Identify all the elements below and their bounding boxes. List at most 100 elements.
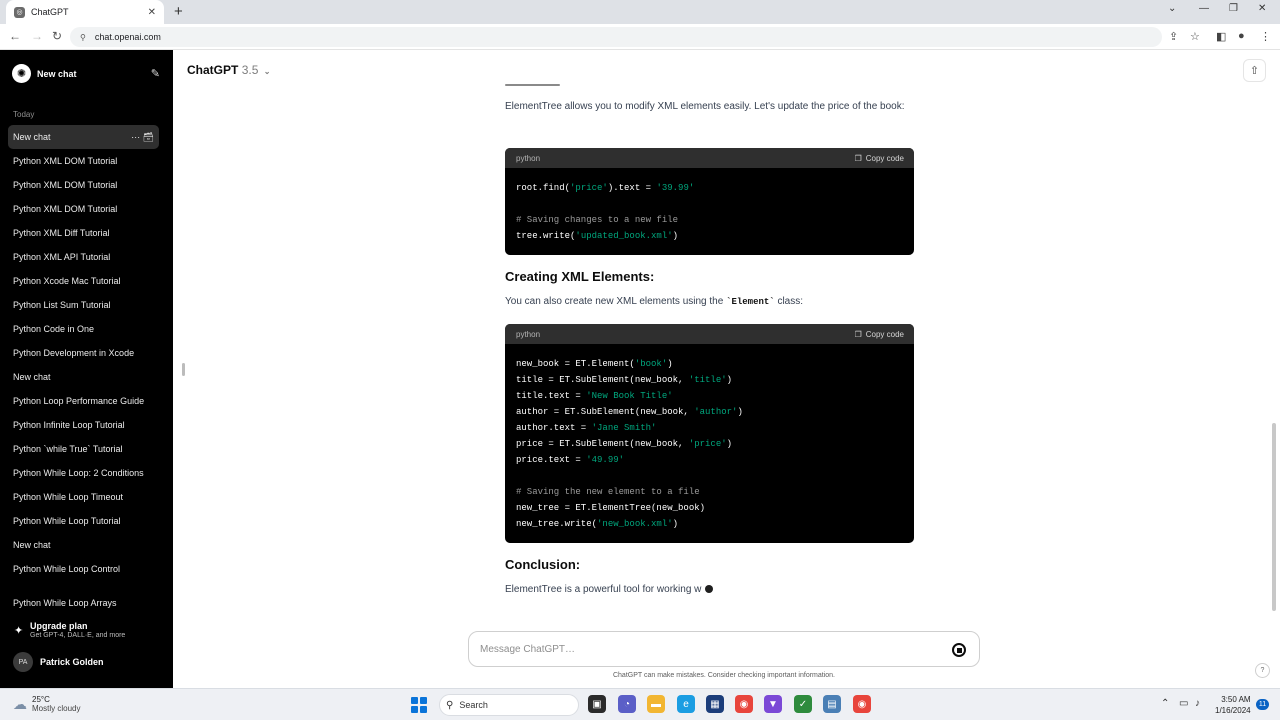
message-input[interactable] <box>480 643 920 655</box>
network-icon[interactable]: ▭ <box>1179 698 1188 709</box>
upgrade-plan-button[interactable]: ✦ Upgrade plan Get GPT-4, DALL·E, and mo… <box>14 621 125 639</box>
code-string: 'Jane Smith' <box>591 423 657 433</box>
sidebar-chat-item[interactable]: New chat <box>8 365 159 389</box>
chat-app-icon[interactable]: ◔ <box>618 695 636 713</box>
volume-icon[interactable]: ♪ <box>1195 698 1200 709</box>
browser-menu-icon[interactable]: ⋮ <box>1260 30 1271 43</box>
tab-search-chevron-icon[interactable]: ⌄ <box>1168 3 1176 14</box>
code-token: ) <box>667 359 673 369</box>
back-icon[interactable]: ← <box>9 29 21 43</box>
sidebar-chat-item[interactable]: Python XML DOM Tutorial <box>8 173 159 197</box>
sidebar-chat-item[interactable]: Python While Loop: 2 Conditions <box>8 461 159 485</box>
search-icon: ⚲ <box>446 699 454 711</box>
model-selector[interactable]: ChatGPT 3.5 ⌄ <box>187 63 270 77</box>
chrome-active-icon[interactable]: ◉ <box>853 695 871 713</box>
paragraph-create-suffix: class: <box>774 296 804 307</box>
code-token: title.text = <box>516 391 587 401</box>
new-chat-edit-icon[interactable]: ✎ <box>151 67 160 80</box>
code-token: new_tree.write( <box>516 519 598 529</box>
sidebar-chat-item[interactable]: Python Code in One <box>8 317 159 341</box>
site-info-icon[interactable]: ⚲ <box>80 33 86 42</box>
code-token: tree.write( <box>516 231 576 241</box>
side-panel-icon[interactable]: ◧ <box>1216 30 1226 43</box>
tray-overflow-icon[interactable]: ⌃ <box>1161 698 1169 709</box>
cloud-icon: ☁ <box>13 695 27 712</box>
code-line: root.find('price').text = '39.99' <box>516 180 903 196</box>
close-tab-icon[interactable]: ✕ <box>148 7 156 18</box>
share-page-icon[interactable]: ⇪ <box>1169 30 1178 43</box>
user-menu[interactable]: PA Patrick Golden <box>13 652 104 672</box>
forward-icon[interactable]: → <box>31 29 43 43</box>
file-explorer-icon[interactable]: ▬ <box>647 695 665 713</box>
sidebar-chat-item[interactable]: Python XML API Tutorial <box>8 245 159 269</box>
profile-icon[interactable]: ● <box>1238 30 1245 42</box>
sidebar-chat-item[interactable]: Python While Loop Timeout <box>8 485 159 509</box>
chrome-app-icon[interactable]: ◉ <box>735 695 753 713</box>
windows-start-icon[interactable] <box>411 697 427 713</box>
clipboard-icon: ❐ <box>854 153 862 163</box>
sidebar-chat-item[interactable]: Python While Loop Control <box>8 557 159 581</box>
sidebar-chat-item[interactable]: New chat ⋯ 🗃 <box>8 125 159 149</box>
code-content: root.find('price').text = '39.99' # Savin… <box>505 168 914 244</box>
weather-widget[interactable]: ☁ 25°C Mostly cloudy <box>13 695 80 713</box>
code-token: price = ET.SubElement(new_book, <box>516 439 689 449</box>
sidebar-collapse-handle[interactable] <box>182 363 185 376</box>
code-string: 'title' <box>688 375 727 385</box>
user-name: Patrick Golden <box>40 657 104 667</box>
paragraph-modify: ElementTree allows you to modify XML ele… <box>505 101 905 112</box>
sidebar-chat-label: Python Xcode Mac Tutorial <box>13 276 121 286</box>
help-button[interactable]: ? <box>1255 663 1270 678</box>
sidebar-chat-label: Python Code in One <box>13 324 95 334</box>
app-icon[interactable]: ▤ <box>823 695 841 713</box>
sidebar-chat-item[interactable]: Python XML Diff Tutorial <box>8 221 159 245</box>
copy-code-button[interactable]: ❐ Copy code <box>855 154 904 163</box>
bookmark-star-icon[interactable]: ☆ <box>1190 30 1200 43</box>
sparkle-icon: ✦ <box>14 624 24 637</box>
sidebar-chat-item[interactable]: Python `while True` Tutorial <box>8 437 159 461</box>
notification-badge[interactable]: 11 <box>1256 699 1269 710</box>
avatar: PA <box>13 652 33 672</box>
system-clock[interactable]: 3:50 AM 1/16/2024 <box>1215 694 1251 716</box>
restore-icon[interactable]: ❐ <box>1229 3 1238 14</box>
url-text: chat.openai.com <box>94 32 161 42</box>
sidebar-chat-item[interactable]: Python List Sum Tutorial <box>8 293 159 317</box>
sidebar-chat-item[interactable]: Python While Loop Arrays <box>8 591 159 615</box>
code-token: ) <box>726 375 733 385</box>
code-string: 'book' <box>634 359 668 369</box>
address-bar[interactable]: ⚲ chat.openai.com <box>70 27 1162 47</box>
clipboard-icon: ❐ <box>854 329 862 339</box>
sidebar-chat-item[interactable]: Python While Loop Tutorial <box>8 509 159 533</box>
code-line: title.text = 'New Book Title' <box>516 388 903 404</box>
sidebar-chat-item[interactable]: Python XML DOM Tutorial <box>8 197 159 221</box>
sidebar-chat-item[interactable]: Python Loop Performance Guide <box>8 389 159 413</box>
sidebar-chat-item[interactable]: Python Development in Xcode <box>8 341 159 365</box>
store-icon[interactable]: ▦ <box>706 695 724 713</box>
chat-options-icon[interactable]: ⋯ 🗃 <box>131 125 154 149</box>
browser-tab[interactable]: ◎ ChatGPT ✕ <box>6 0 164 24</box>
edge-browser-icon[interactable]: e <box>677 695 695 713</box>
sidebar-chat-item[interactable]: Python Xcode Mac Tutorial <box>8 269 159 293</box>
reload-icon[interactable]: ↻ <box>52 29 62 43</box>
code-string: '39.99' <box>656 183 695 193</box>
close-window-icon[interactable]: ✕ <box>1258 3 1266 14</box>
new-chat-row[interactable]: ✺ New chat ✎ <box>12 64 160 83</box>
code-line: price = ET.SubElement(new_book, 'price') <box>516 436 903 452</box>
new-tab-icon[interactable]: + <box>174 3 183 20</box>
app-icon[interactable]: ▼ <box>764 695 782 713</box>
sidebar-chat-item[interactable]: Python Infinite Loop Tutorial <box>8 413 159 437</box>
task-view-icon[interactable]: ▣ <box>588 695 606 713</box>
sidebar-chat-item[interactable]: New chat <box>8 533 159 557</box>
code-token: ) <box>726 439 733 449</box>
scrollbar[interactable] <box>1272 423 1276 611</box>
taskbar-search[interactable]: ⚲ Search <box>439 694 579 716</box>
code-line: # Saving the new element to a file <box>516 484 903 500</box>
spreadsheet-app-icon[interactable]: ✓ <box>794 695 812 713</box>
minimize-icon[interactable]: — <box>1199 3 1209 14</box>
copy-code-button[interactable]: ❐ Copy code <box>855 330 904 339</box>
stop-generating-button[interactable] <box>952 643 966 657</box>
windows-taskbar: ☁ 25°C Mostly cloudy ⚲ Search ▣ ◔ ▬ e ▦ … <box>0 688 1280 720</box>
new-chat-label[interactable]: New chat <box>37 69 77 79</box>
share-button[interactable]: ⇧ <box>1243 59 1266 82</box>
sidebar-chat-item[interactable]: Python XML DOM Tutorial <box>8 149 159 173</box>
